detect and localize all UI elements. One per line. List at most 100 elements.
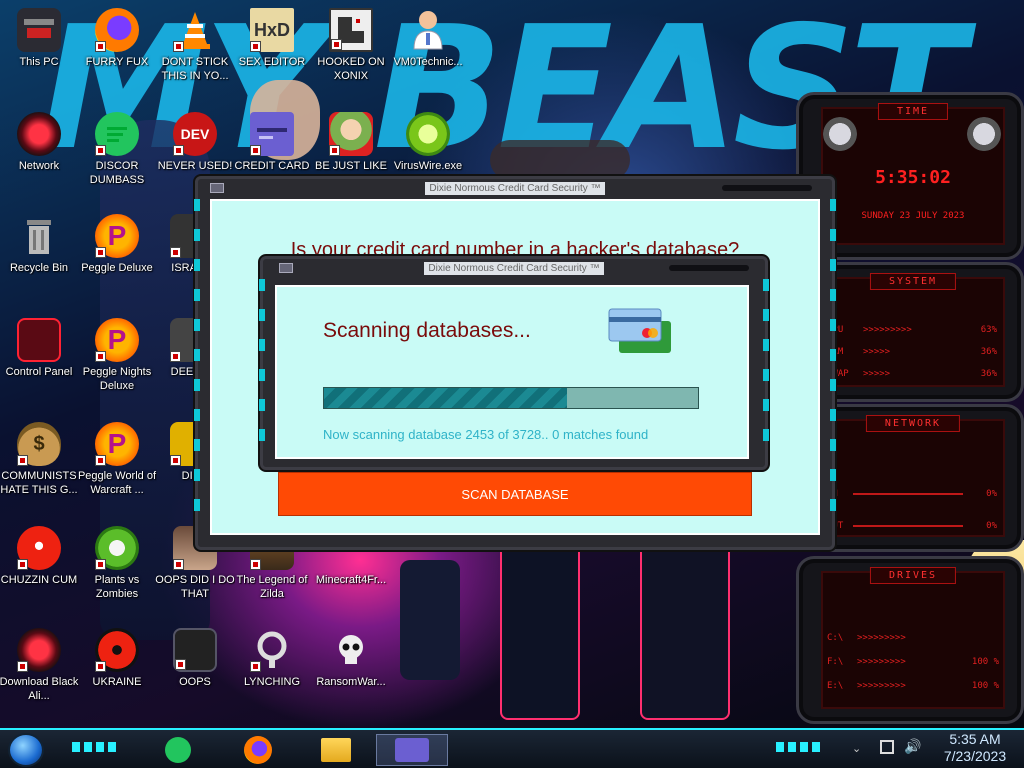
- hooked-on-xonix-icon-item[interactable]: HOOKED ON XONIX: [311, 8, 391, 83]
- drives-gadget-panel: DRIVES C:\ >>>>>>>>> F:\ >>>>>>>>> 100 %…: [821, 567, 1005, 709]
- drive-f-label: F:\: [827, 657, 844, 667]
- network-tray-icon[interactable]: [880, 740, 894, 754]
- peggle-wow-icon-item[interactable]: P Peggle World of Warcraft ...: [77, 422, 157, 497]
- icon-label: CHUZZIN CUM: [0, 574, 78, 586]
- vm0technic-icon-item[interactable]: VM0Technic...: [388, 8, 468, 69]
- shortcut-arrow-icon: [331, 39, 342, 50]
- system-gadget-header: SYSTEM: [869, 273, 957, 290]
- dont-stick-icon-item[interactable]: DONT STICK THIS IN YO...: [155, 8, 235, 83]
- icon-label: SEX EDITOR: [238, 56, 306, 68]
- viruswire-icon-item[interactable]: VirusWire.exe: [388, 112, 468, 173]
- credit-card-icon-item[interactable]: CREDIT CARD: [232, 112, 312, 173]
- icon-label: Peggle Deluxe: [81, 262, 153, 274]
- shortcut-arrow-icon: [170, 247, 181, 258]
- furry-fux-icon-item[interactable]: FURRY FUX: [77, 8, 157, 69]
- system-gadget-panel: SYSTEM CPU >>>>>>>>> 63% RAM >>>>> 36% S…: [821, 273, 1005, 387]
- scan-database-button[interactable]: SCAN DATABASE: [278, 472, 752, 516]
- shortcut-arrow-icon: [95, 455, 106, 466]
- drive-c-label: C:\: [827, 633, 844, 643]
- shortcut-arrow-icon: [95, 41, 106, 52]
- recycle-bin-icon-item[interactable]: Recycle Bin: [0, 214, 79, 275]
- wallpaper-figure: [500, 540, 580, 720]
- scan-dialog-content: Scanning databases... Now scanning datab…: [275, 285, 749, 459]
- ram-bar: >>>>>: [863, 347, 891, 357]
- icon-label: Network: [18, 160, 60, 172]
- icon-label: Peggle World of Warcraft ...: [77, 470, 157, 496]
- israi-icon-item[interactable]: ISRAI: [152, 214, 200, 275]
- dev-cpp-icon: DEV: [173, 112, 217, 156]
- folder-icon: [321, 738, 351, 762]
- scan-progress-bar: [323, 387, 699, 409]
- be-just-like-icon-item[interactable]: BE JUST LIKE: [311, 112, 391, 173]
- notification-chevron-icon[interactable]: ⌄: [852, 742, 861, 755]
- shortcut-arrow-icon: [170, 455, 181, 466]
- peggle-deluxe-icon-item[interactable]: P Peggle Deluxe: [77, 214, 157, 275]
- volume-tray-icon[interactable]: 🔊: [904, 738, 921, 755]
- lynching-icon-item[interactable]: LYNCHING: [232, 628, 312, 689]
- icon-label: The Legend of Zilda: [236, 574, 308, 600]
- shortcut-arrow-icon: [95, 351, 106, 362]
- oops-icon-item[interactable]: OOPS: [155, 628, 235, 689]
- santa-face-icon: [329, 112, 373, 156]
- control-panel-icon-item[interactable]: Control Panel: [0, 318, 79, 379]
- scan-dialog[interactable]: Dixie Normous Credit Card Security ™ Sca…: [259, 256, 769, 470]
- drives-gadget[interactable]: DRIVES C:\ >>>>>>>>> F:\ >>>>>>>>> 100 %…: [796, 556, 1024, 724]
- shortcut-arrow-icon: [17, 661, 28, 672]
- peggle-nights-icon-item[interactable]: P Peggle Nights Deluxe: [77, 318, 157, 393]
- icon-label: VM0Technic...: [393, 56, 463, 68]
- communists-icon-item[interactable]: $ COMMUNISTS HATE THIS G...: [0, 422, 79, 497]
- wallpaper-figure: [640, 540, 730, 720]
- shortcut-arrow-icon: [17, 559, 28, 570]
- chuzzle-icon: [17, 526, 61, 570]
- computer-icon: [17, 8, 61, 52]
- taskbar-chat-app[interactable]: [160, 734, 196, 766]
- taskbar-firefox[interactable]: [240, 734, 276, 766]
- net-out-graph: [853, 525, 963, 527]
- plants-vs-zombies-icon-item[interactable]: Plants vs Zombies: [77, 526, 157, 601]
- shortcut-arrow-icon: [173, 41, 184, 52]
- window-app-icon: [210, 183, 224, 193]
- sex-editor-icon-item[interactable]: HxD SEX EDITOR: [232, 8, 312, 69]
- icon-label: HOOKED ON XONIX: [317, 56, 385, 82]
- net-in-value: 0%: [986, 489, 997, 499]
- drive-f-bar: >>>>>>>>>: [857, 657, 906, 667]
- ukraine-icon-item[interactable]: UKRAINE: [77, 628, 157, 689]
- main-window-titlebar[interactable]: Dixie Normous Credit Card Security ™: [198, 179, 832, 197]
- cpu-value: 63%: [980, 325, 997, 335]
- discor-dumbass-icon-item[interactable]: DISCOR DUMBASS: [77, 112, 157, 187]
- shortcut-arrow-icon: [250, 661, 261, 672]
- icon-label: RansomWar...: [316, 676, 386, 688]
- deez-icon-item[interactable]: DEEZ: [152, 318, 200, 379]
- cpu-bar: >>>>>>>>>: [863, 325, 912, 335]
- icon-label: DONT STICK THIS IN YO...: [161, 56, 229, 82]
- shortcut-arrow-icon: [95, 145, 106, 156]
- tray-clock[interactable]: 5:35 AM 7/23/2023: [930, 731, 1020, 765]
- scan-dialog-titlebar[interactable]: Dixie Normous Credit Card Security ™: [263, 259, 765, 277]
- net-out-value: 0%: [986, 521, 997, 531]
- die-icon-item[interactable]: DIE: [152, 422, 200, 483]
- download-black-ali-icon-item[interactable]: Download Black Ali...: [0, 628, 79, 703]
- credit-card-icon: [395, 738, 429, 762]
- scanning-heading: Scanning databases...: [323, 319, 531, 342]
- clock-readout: 5:35:02: [875, 167, 951, 188]
- drive-c-bar: >>>>>>>>>: [857, 633, 906, 643]
- taskbar-credit-card-app[interactable]: [376, 734, 448, 766]
- network-globe-icon: [17, 112, 61, 156]
- start-button[interactable]: [8, 733, 44, 767]
- chuzzin-icon-item[interactable]: CHUZZIN CUM: [0, 526, 79, 587]
- tray-time: 5:35 AM: [949, 731, 1001, 747]
- taskbar-file-explorer[interactable]: [318, 734, 354, 766]
- swap-bar: >>>>>: [863, 369, 891, 379]
- window-side-ornament: [194, 199, 200, 527]
- never-used-icon-item[interactable]: DEV NEVER USED!: [155, 112, 235, 173]
- alienware-globe-icon: [17, 628, 61, 672]
- titlebar-ornament: [669, 265, 749, 271]
- network-icon-item[interactable]: Network: [0, 112, 79, 173]
- icon-label: CREDIT CARD: [234, 160, 310, 172]
- shortcut-arrow-icon: [250, 41, 261, 52]
- ransomware-icon-item[interactable]: RansomWar...: [311, 628, 391, 689]
- shortcut-arrow-icon: [95, 247, 106, 258]
- icon-label: Minecraft4Fr...: [315, 574, 387, 586]
- wallpaper-figure: [400, 560, 460, 680]
- this-pc-icon-item[interactable]: This PC: [0, 8, 79, 69]
